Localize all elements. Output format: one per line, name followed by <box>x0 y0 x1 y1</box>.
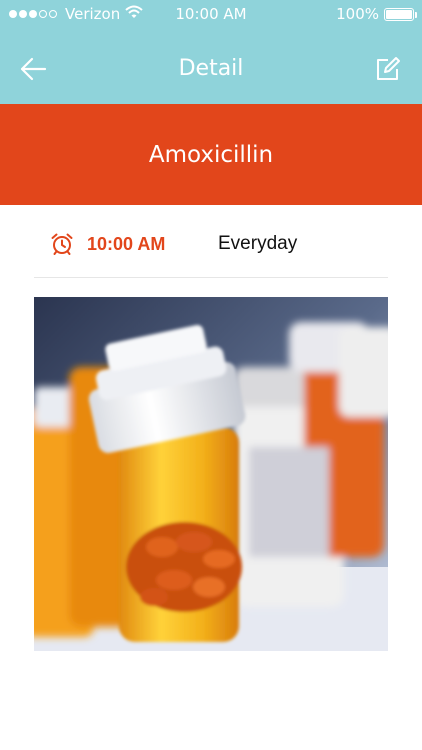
schedule-row: 10:00 AM Everyday <box>34 226 388 278</box>
reminder-time: 10:00 AM <box>87 234 166 254</box>
status-bar: Verizon 10:00 AM 100% <box>0 0 422 30</box>
reminder-frequency: Everyday <box>218 233 298 254</box>
edit-icon <box>377 57 400 80</box>
nav-bar: Detail <box>0 30 422 104</box>
medicine-name: Amoxicillin <box>148 142 274 168</box>
detail-screen: Verizon 10:00 AM 100% Detail Amoxicillin… <box>0 0 422 750</box>
battery-icon <box>384 7 417 21</box>
page-title: Detail <box>178 56 244 81</box>
edit-button[interactable] <box>374 55 402 83</box>
status-right: 100% <box>336 5 417 23</box>
alarm-clock-icon <box>50 232 74 256</box>
battery-fill <box>386 9 412 19</box>
battery-percentage: 100% <box>336 5 379 23</box>
medicine-bottle-photo <box>34 297 388 651</box>
divider <box>34 277 388 278</box>
medicine-header: Amoxicillin <box>0 104 422 205</box>
